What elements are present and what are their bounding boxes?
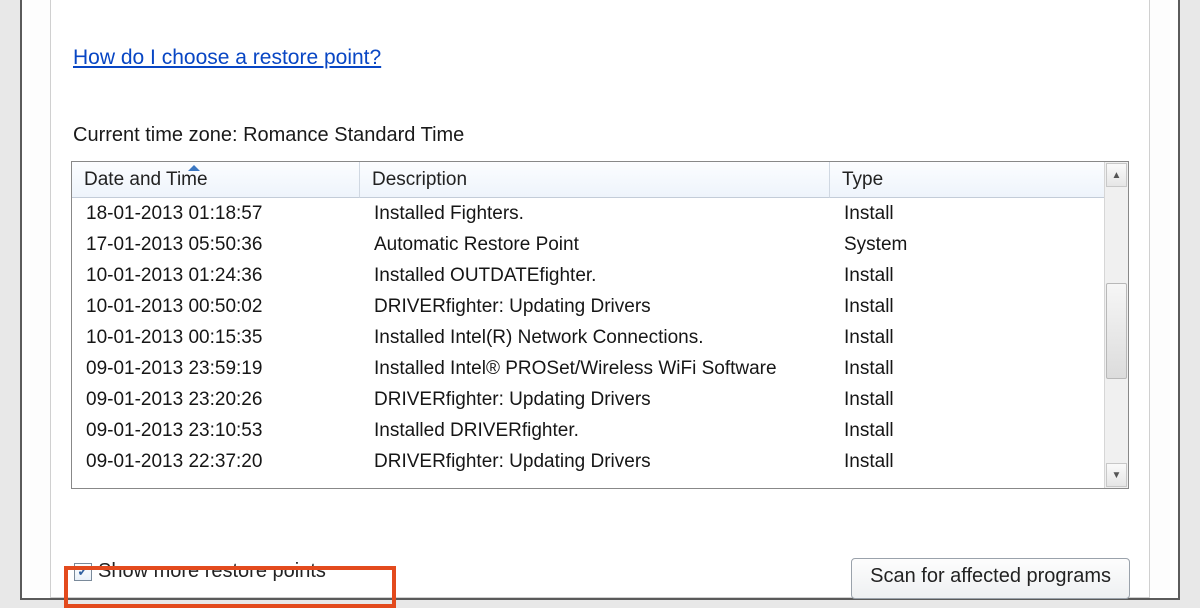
scroll-track[interactable] — [1105, 188, 1128, 462]
column-header-date[interactable]: Date and Time — [72, 162, 360, 198]
cell-type: Install — [830, 420, 1104, 442]
cell-description: DRIVERfighter: Updating Drivers — [360, 389, 830, 411]
cell-date: 10-01-2013 01:24:36 — [72, 265, 360, 287]
scan-affected-programs-button[interactable]: Scan for affected programs — [851, 558, 1130, 599]
table-row[interactable]: 17-01-2013 05:50:36Automatic Restore Poi… — [72, 229, 1104, 260]
timezone-prefix: Current time zone: — [73, 124, 243, 146]
cell-description: Installed OUTDATEfighter. — [360, 265, 830, 287]
cell-description: DRIVERfighter: Updating Drivers — [360, 296, 830, 318]
cell-date: 18-01-2013 01:18:57 — [72, 203, 360, 225]
cell-type: Install — [830, 451, 1104, 473]
cell-description: Automatic Restore Point — [360, 234, 830, 256]
help-link[interactable]: How do I choose a restore point? — [73, 46, 381, 70]
cell-type: Install — [830, 358, 1104, 380]
cell-type: Install — [830, 203, 1104, 225]
show-more-label: Show more restore points — [98, 560, 326, 583]
cell-description: Installed DRIVERfighter. — [360, 420, 830, 442]
restore-points-table: Date and Time Description Type 18-01-201… — [71, 161, 1129, 489]
cell-description: DRIVERfighter: Updating Drivers — [360, 451, 830, 473]
scroll-thumb[interactable] — [1106, 283, 1127, 379]
cell-date: 09-01-2013 22:37:20 — [72, 451, 360, 473]
cell-date: 10-01-2013 00:50:02 — [72, 296, 360, 318]
cell-date: 09-01-2013 23:59:19 — [72, 358, 360, 380]
table-viewport: Date and Time Description Type 18-01-201… — [72, 162, 1104, 488]
table-row[interactable]: 10-01-2013 00:50:02DRIVERfighter: Updati… — [72, 291, 1104, 322]
cell-description: Installed Intel® PROSet/Wireless WiFi So… — [360, 358, 830, 380]
cell-type: Install — [830, 296, 1104, 318]
cell-type: Install — [830, 327, 1104, 349]
dialog-footer: ✓ Show more restore points Scan for affe… — [70, 558, 1130, 604]
table-row[interactable]: 09-01-2013 22:37:20DRIVERfighter: Updati… — [72, 446, 1104, 477]
show-more-checkbox[interactable]: ✓ Show more restore points — [70, 558, 332, 589]
timezone-name: Romance Standard Time — [243, 124, 464, 146]
cell-date: 09-01-2013 23:20:26 — [72, 389, 360, 411]
cell-description: Installed Fighters. — [360, 203, 830, 225]
table-row[interactable]: 10-01-2013 01:24:36Installed OUTDATEfigh… — [72, 260, 1104, 291]
column-header-description[interactable]: Description — [360, 162, 830, 198]
dialog-content: How do I choose a restore point? Current… — [50, 0, 1150, 598]
cell-description: Installed Intel(R) Network Connections. — [360, 327, 830, 349]
cell-date: 17-01-2013 05:50:36 — [72, 234, 360, 256]
table-row[interactable]: 10-01-2013 00:15:35Installed Intel(R) Ne… — [72, 322, 1104, 353]
timezone-label: Current time zone: Romance Standard Time — [73, 124, 1129, 147]
vertical-scrollbar[interactable]: ▲ ▼ — [1104, 162, 1128, 488]
cell-date: 09-01-2013 23:10:53 — [72, 420, 360, 442]
checkbox-icon: ✓ — [74, 563, 92, 581]
table-body: 18-01-2013 01:18:57Installed Fighters.In… — [72, 198, 1104, 477]
table-row[interactable]: 09-01-2013 23:59:19Installed Intel® PROS… — [72, 353, 1104, 384]
table-row[interactable]: 18-01-2013 01:18:57Installed Fighters.In… — [72, 198, 1104, 229]
column-header-type[interactable]: Type — [830, 162, 1104, 198]
scroll-down-button[interactable]: ▼ — [1106, 463, 1127, 487]
cell-type: Install — [830, 265, 1104, 287]
table-row[interactable]: 09-01-2013 23:20:26DRIVERfighter: Updati… — [72, 384, 1104, 415]
dialog-window: How do I choose a restore point? Current… — [20, 0, 1180, 600]
table-header: Date and Time Description Type — [72, 162, 1104, 198]
cell-type: Install — [830, 389, 1104, 411]
scroll-up-button[interactable]: ▲ — [1106, 163, 1127, 187]
table-row[interactable]: 09-01-2013 23:10:53Installed DRIVERfight… — [72, 415, 1104, 446]
cell-type: System — [830, 234, 1104, 256]
cell-date: 10-01-2013 00:15:35 — [72, 327, 360, 349]
